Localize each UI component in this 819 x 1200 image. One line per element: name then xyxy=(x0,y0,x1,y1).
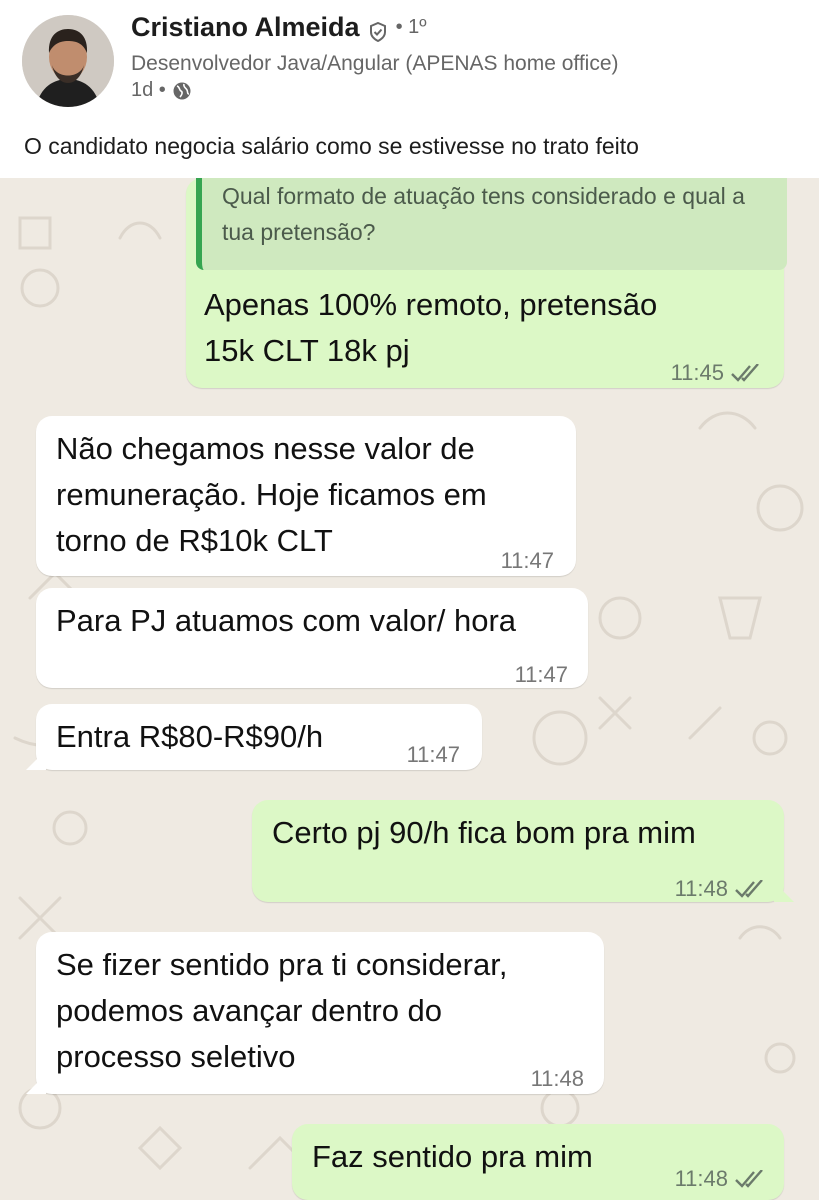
message-text: Faz sentido pra mim xyxy=(312,1139,593,1174)
message-text: processo seletivo xyxy=(56,1039,296,1074)
message-incoming[interactable]: Se fizer sentido pra ti considerar, pode… xyxy=(26,932,604,1094)
globe-icon xyxy=(172,81,192,101)
message-time: 11:48 xyxy=(675,866,766,912)
message-outgoing[interactable]: Faz sentido pra mim 11:48 xyxy=(292,1124,784,1200)
message-text: remuneração. Hoje ficamos em xyxy=(56,477,487,512)
connection-degree: • 1º xyxy=(395,16,427,38)
message-incoming[interactable]: Entra R$80-R$90/h 11:47 xyxy=(26,704,482,770)
quoted-message[interactable]: Qual formato de atuação tens considerado… xyxy=(196,178,787,270)
double-check-icon xyxy=(735,880,763,898)
avatar[interactable] xyxy=(22,15,114,107)
message-text: Certo pj 90/h fica bom pra mim xyxy=(272,815,696,850)
message-time: 11:48 xyxy=(675,1156,766,1200)
time-label: 11:47 xyxy=(500,548,554,573)
bubble-tail xyxy=(26,750,46,770)
time-label: 11:47 xyxy=(406,742,460,767)
message-time: 11:45 xyxy=(671,350,762,396)
time-label: 11:48 xyxy=(674,1166,728,1191)
message-text: Entra R$80-R$90/h xyxy=(56,719,324,754)
time-label: 11:47 xyxy=(514,662,568,687)
message-outgoing[interactable]: Qual formato de atuação tens considerado… xyxy=(186,178,787,388)
message-incoming[interactable]: Não chegamos nesse valor de remuneração.… xyxy=(36,416,576,576)
message-text: Para PJ atuamos com valor/ hora xyxy=(56,603,517,638)
bubble-tail xyxy=(774,882,794,902)
message-text: Se fizer sentido pra ti considerar, xyxy=(56,947,508,982)
message-time: 11:47 xyxy=(515,652,568,698)
bubble-tail xyxy=(26,1074,46,1094)
verified-badge-icon xyxy=(368,18,388,42)
message-time: 11:48 xyxy=(531,1056,584,1102)
message-text: podemos avançar dentro do xyxy=(56,993,443,1028)
message-text: Apenas 100% remoto, pretensão xyxy=(204,287,658,322)
post-text: O candidato negocia salário como se esti… xyxy=(24,133,639,159)
time-label: 11:48 xyxy=(530,1066,584,1091)
quoted-text: Qual formato de atuação tens considerado… xyxy=(222,183,745,245)
author-name[interactable]: Cristiano Almeida xyxy=(131,12,360,43)
time-label: 11:48 xyxy=(674,876,728,901)
author-headline: Desenvolvedor Java/Angular (APENAS home … xyxy=(131,52,619,75)
message-text: 15k CLT 18k pj xyxy=(204,333,410,368)
time-label: 11:45 xyxy=(670,360,724,385)
double-check-icon xyxy=(731,364,759,382)
message-text: Não chegamos nesse valor de xyxy=(56,431,475,466)
message-time: 11:47 xyxy=(501,538,554,584)
post-header: Cristiano Almeida • 1º Desenvolvedor Jav… xyxy=(0,0,819,178)
message-incoming[interactable]: Para PJ atuamos com valor/ hora 11:47 xyxy=(36,588,588,688)
post-time: 1d • xyxy=(131,79,166,101)
double-check-icon xyxy=(735,1170,763,1188)
post-meta: 1d • xyxy=(131,79,192,102)
chat-screenshot: Qual formato de atuação tens considerado… xyxy=(0,178,819,1200)
message-time: 11:47 xyxy=(407,732,460,778)
message-outgoing[interactable]: Certo pj 90/h fica bom pra mim 11:48 xyxy=(252,800,794,902)
author-row: Cristiano Almeida • 1º xyxy=(131,12,427,43)
message-text: torno de R$10k CLT xyxy=(56,523,333,558)
